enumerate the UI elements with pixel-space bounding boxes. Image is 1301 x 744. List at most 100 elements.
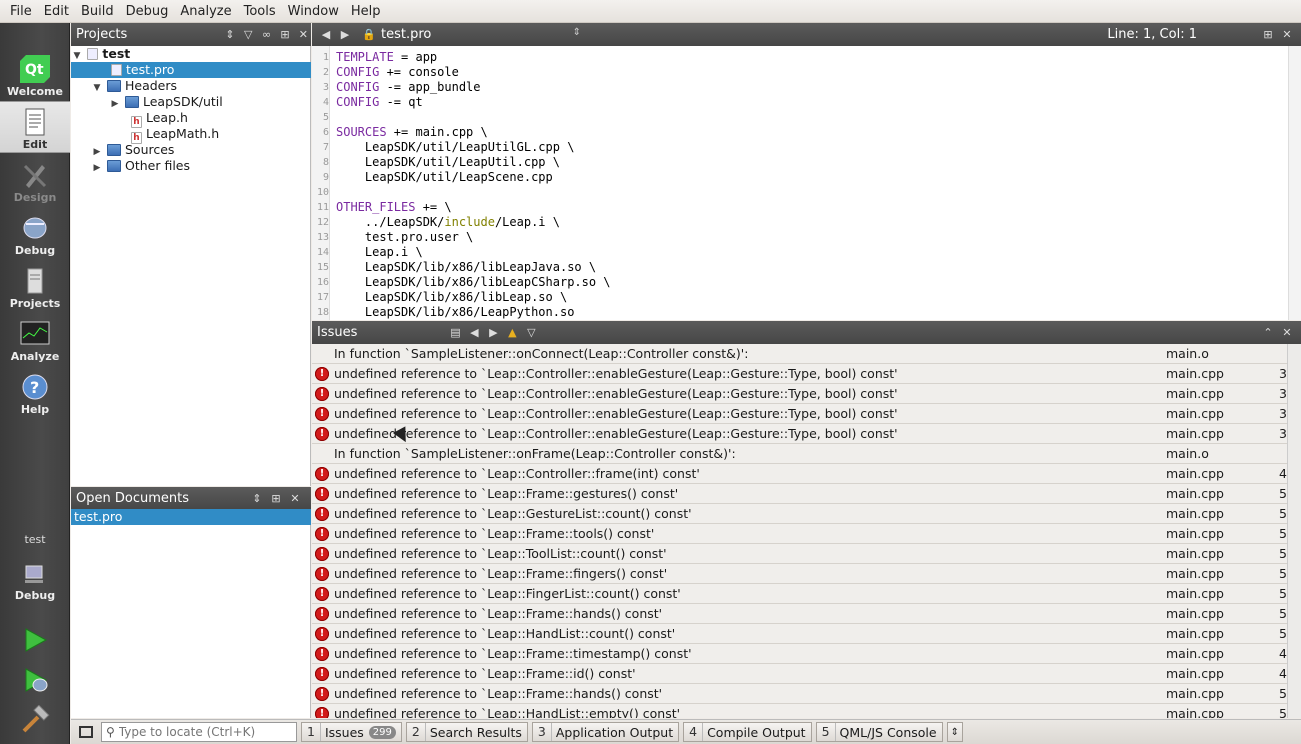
tree-item-test[interactable]: ▼ test — [71, 46, 311, 62]
issue-row[interactable]: In function `SampleListener::onFrame(Lea… — [312, 444, 1287, 464]
tree-item-leap-h[interactable]: h Leap.h — [131, 110, 188, 128]
issue-row[interactable]: ! undefined reference to `Leap::HandList:… — [312, 704, 1287, 718]
close-icon[interactable]: ✕ — [296, 27, 311, 43]
menu-build[interactable]: Build — [75, 0, 120, 23]
issue-row[interactable]: ! undefined reference to `Leap::Controlle… — [312, 464, 1287, 484]
svg-text:?: ? — [30, 378, 39, 397]
line-number: 4 — [322, 97, 329, 108]
view-select-icon[interactable]: ⇕ — [222, 27, 237, 43]
menu-debug[interactable]: Debug — [120, 0, 175, 23]
mode-welcome[interactable]: Qt Welcome — [0, 49, 70, 101]
issues-scrollbar[interactable] — [1287, 344, 1301, 718]
error-icon: ! — [315, 367, 329, 381]
start-debugging-button[interactable] — [18, 665, 52, 695]
collapse-arrow-icon[interactable]: ▼ — [91, 80, 103, 96]
issue-row[interactable]: ! undefined reference to `Leap::Controlle… — [312, 424, 1287, 444]
issue-row[interactable]: ! undefined reference to `Leap::Frame::ge… — [312, 484, 1287, 504]
issue-row[interactable]: In function `SampleListener::onConnect(L… — [312, 344, 1287, 364]
locator[interactable]: ⚲ — [101, 722, 297, 742]
link-icon[interactable]: ∞ — [259, 27, 274, 43]
issue-file: main.cpp — [1166, 666, 1224, 681]
tree-item-other-files[interactable]: ▶ Other files — [91, 158, 190, 174]
prev-item-icon[interactable]: ◀ — [466, 325, 482, 341]
editor-scrollbar[interactable] — [1288, 46, 1301, 320]
issue-row[interactable]: ! undefined reference to `Leap::Frame::id… — [312, 664, 1287, 684]
editor-file-selector[interactable]: test.pro ⇕ — [381, 27, 581, 42]
issue-message: undefined reference to `Leap::Controller… — [334, 466, 700, 481]
close-icon[interactable]: ✕ — [287, 491, 303, 507]
filter-icon[interactable]: ▽ — [241, 27, 256, 43]
issue-row[interactable]: ! undefined reference to `Leap::Frame::fi… — [312, 564, 1287, 584]
issue-message: undefined reference to `Leap::Frame::too… — [334, 526, 655, 541]
run-button[interactable] — [18, 625, 52, 655]
tree-item-sources[interactable]: ▶ Sources — [91, 142, 175, 158]
issue-row[interactable]: ! undefined reference to `Leap::ToolList:… — [312, 544, 1287, 564]
tree-item-leapmath-h[interactable]: h LeapMath.h — [131, 126, 219, 144]
issue-row[interactable]: ! undefined reference to `Leap::Frame::ha… — [312, 604, 1287, 624]
toggle-sidebar-icon[interactable] — [79, 726, 93, 738]
split-icon[interactable]: ⊞ — [268, 491, 284, 507]
open-documents-header: Open Documents ⇕ ⊞ ✕ — [71, 487, 311, 510]
issue-row[interactable]: ! undefined reference to `Leap::Frame::to… — [312, 524, 1287, 544]
mode-projects[interactable]: Projects — [0, 261, 70, 313]
filter-icon[interactable]: ▽ — [523, 325, 539, 341]
issue-row[interactable]: ! undefined reference to `Leap::Controlle… — [312, 384, 1287, 404]
question-icon: ? — [22, 374, 48, 400]
tab-compile-output[interactable]: 4 Compile Output — [683, 722, 812, 742]
open-document-item[interactable]: test.pro — [71, 509, 311, 525]
tree-item-leapsdk-util[interactable]: ▶ LeapSDK/util — [109, 94, 223, 110]
issue-row[interactable]: ! undefined reference to `Leap::GestureLi… — [312, 504, 1287, 524]
forward-icon[interactable]: ▶ — [337, 27, 353, 43]
mode-edit[interactable]: Edit — [0, 101, 70, 153]
issues-header: Issues ▤ ◀ ▶ ▲ ▽ ⌃ ✕ — [312, 321, 1301, 344]
tab-issues[interactable]: 1 Issues 299 — [301, 722, 402, 742]
menu-file[interactable]: File — [4, 0, 38, 23]
close-icon[interactable]: ✕ — [1279, 325, 1295, 341]
more-panes-button[interactable]: ⇕ — [946, 722, 963, 742]
maximize-icon[interactable]: ⌃ — [1260, 325, 1276, 341]
issue-row[interactable]: ! undefined reference to `Leap::Controlle… — [312, 364, 1287, 384]
clear-icon[interactable]: ▤ — [447, 325, 463, 341]
next-item-icon[interactable]: ▶ — [485, 325, 501, 341]
tree-item-headers[interactable]: ▼ Headers — [91, 78, 177, 94]
expand-arrow-icon[interactable]: ▶ — [109, 96, 121, 112]
menu-analyze[interactable]: Analyze — [174, 0, 237, 23]
error-icon: ! — [315, 567, 329, 581]
issue-message: undefined reference to `Leap::Controller… — [334, 386, 898, 401]
view-select-icon[interactable]: ⇕ — [249, 491, 265, 507]
kit-selector[interactable]: Debug — [0, 563, 70, 603]
tree-item-test-pro[interactable]: test.pro — [71, 62, 311, 78]
issue-file: main.cpp — [1166, 606, 1224, 621]
menu-window[interactable]: Window — [282, 0, 345, 23]
tab-application-output[interactable]: 3 Application Output — [531, 722, 680, 742]
split-icon[interactable]: ⊞ — [1260, 27, 1276, 43]
tab-qml-js-console[interactable]: 5 QML/JS Console — [815, 722, 943, 742]
build-button[interactable] — [18, 705, 52, 735]
warning-filter-icon[interactable]: ▲ — [504, 325, 520, 341]
issue-row[interactable]: ! undefined reference to `Leap::Frame::ti… — [312, 644, 1287, 664]
menu-edit[interactable]: Edit — [38, 0, 75, 23]
mode-help[interactable]: ? Help — [0, 367, 70, 419]
tab-search-results[interactable]: 2 Search Results — [405, 722, 528, 742]
code-token: LeapSDK/lib/x86/LeapPython.so — [336, 305, 575, 319]
error-icon: ! — [315, 507, 329, 521]
issue-row[interactable]: ! undefined reference to `Leap::Frame::ha… — [312, 684, 1287, 704]
issue-row[interactable]: ! undefined reference to `Leap::HandList:… — [312, 624, 1287, 644]
error-icon: ! — [315, 667, 329, 681]
issue-row[interactable]: ! undefined reference to `Leap::Controlle… — [312, 404, 1287, 424]
split-icon[interactable]: ⊞ — [277, 27, 292, 43]
mode-analyze[interactable]: Analyze — [0, 314, 70, 366]
mode-debug[interactable]: Debug — [0, 208, 70, 260]
code-editor[interactable]: 1 2 3 4 5 6 7 8 9 10 11 12 13 14 15 16 17 18 TEMPLATE = a… — [312, 46, 1301, 320]
locator-input[interactable] — [118, 725, 289, 739]
back-icon[interactable]: ◀ — [318, 27, 334, 43]
expand-arrow-icon[interactable]: ▶ — [91, 160, 103, 176]
menu-tools[interactable]: Tools — [238, 0, 282, 23]
mode-design[interactable]: Design — [0, 155, 70, 207]
close-icon[interactable]: ✕ — [1279, 27, 1295, 43]
code-token: include — [444, 215, 495, 229]
issue-message: undefined reference to `Leap::Frame::han… — [334, 686, 663, 701]
issue-row[interactable]: ! undefined reference to `Leap::FingerLis… — [312, 584, 1287, 604]
issue-message: undefined reference to `Leap::Frame::han… — [334, 606, 663, 621]
menu-help[interactable]: Help — [345, 0, 387, 23]
